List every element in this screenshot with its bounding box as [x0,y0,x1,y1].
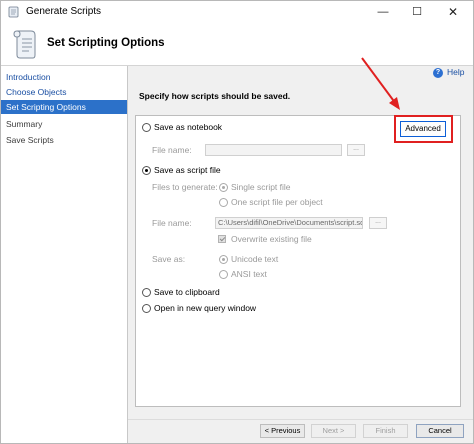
save-to-clipboard-label[interactable]: Save to clipboard [154,287,220,297]
one-script-per-object-label: One script file per object [231,197,323,207]
wizard-nav: Introduction Choose Objects Set Scriptin… [1,66,128,443]
close-button[interactable]: ✕ [435,1,471,23]
open-in-query-window-label[interactable]: Open in new query window [154,303,256,313]
save-to-clipboard-radio[interactable] [142,288,151,297]
script-file-name-input[interactable]: C:\Users\difil\OneDrive\Documents\script… [215,217,363,229]
window-title: Generate Scripts [26,6,102,17]
save-as-notebook-label[interactable]: Save as notebook [154,122,222,132]
maximize-button[interactable]: ☐ [399,1,435,23]
nav-item-summary: Summary [6,119,43,129]
finish-button[interactable]: Finish [363,424,408,438]
save-as-label: Save as: [152,254,186,264]
previous-button[interactable]: < Previous [260,424,305,438]
single-script-file-label: Single script file [231,182,291,192]
unicode-text-label: Unicode text [231,254,279,264]
help-label: Help [447,67,465,77]
notebook-file-name-label: File name: [152,145,192,155]
ansi-text-radio[interactable] [219,270,228,279]
footer-divider [128,419,473,420]
files-to-generate-label: Files to generate: [152,182,218,192]
generate-scripts-window: Generate Scripts — ☐ ✕ Set Scripting Opt… [0,0,474,444]
help-icon: ? [433,68,443,78]
nav-item-set-scripting-options[interactable]: Set Scripting Options [1,100,127,114]
save-as-notebook-radio[interactable] [142,123,151,132]
nav-item-introduction[interactable]: Introduction [1,70,127,84]
notebook-file-name-input[interactable] [205,144,342,156]
cancel-button[interactable]: Cancel [416,424,464,438]
minimize-button[interactable]: — [365,1,401,23]
open-in-query-window-radio[interactable] [142,304,151,313]
page-header: Set Scripting Options [1,23,473,66]
overwrite-existing-checkbox[interactable] [218,235,226,243]
ansi-text-label: ANSI text [231,269,267,279]
overwrite-existing-label: Overwrite existing file [231,234,312,244]
script-browse-button[interactable]: ... [369,217,387,229]
save-as-script-file-radio[interactable] [142,166,151,175]
scroll-icon [13,30,36,59]
advanced-button[interactable]: Advanced [400,121,446,137]
nav-item-choose-objects[interactable]: Choose Objects [1,85,127,99]
page-title: Set Scripting Options [47,37,165,49]
next-button[interactable]: Next > [311,424,356,438]
title-bar: Generate Scripts — ☐ ✕ [1,1,473,23]
one-script-per-object-radio[interactable] [219,198,228,207]
nav-item-save-scripts: Save Scripts [6,135,54,145]
instruction-text: Specify how scripts should be saved. [139,91,291,101]
unicode-text-radio[interactable] [219,255,228,264]
save-as-script-file-label[interactable]: Save as script file [154,165,221,175]
script-file-name-label: File name: [152,218,192,228]
notebook-browse-button[interactable]: ... [347,144,365,156]
scroll-app-icon [8,6,19,18]
single-script-file-radio[interactable] [219,183,228,192]
